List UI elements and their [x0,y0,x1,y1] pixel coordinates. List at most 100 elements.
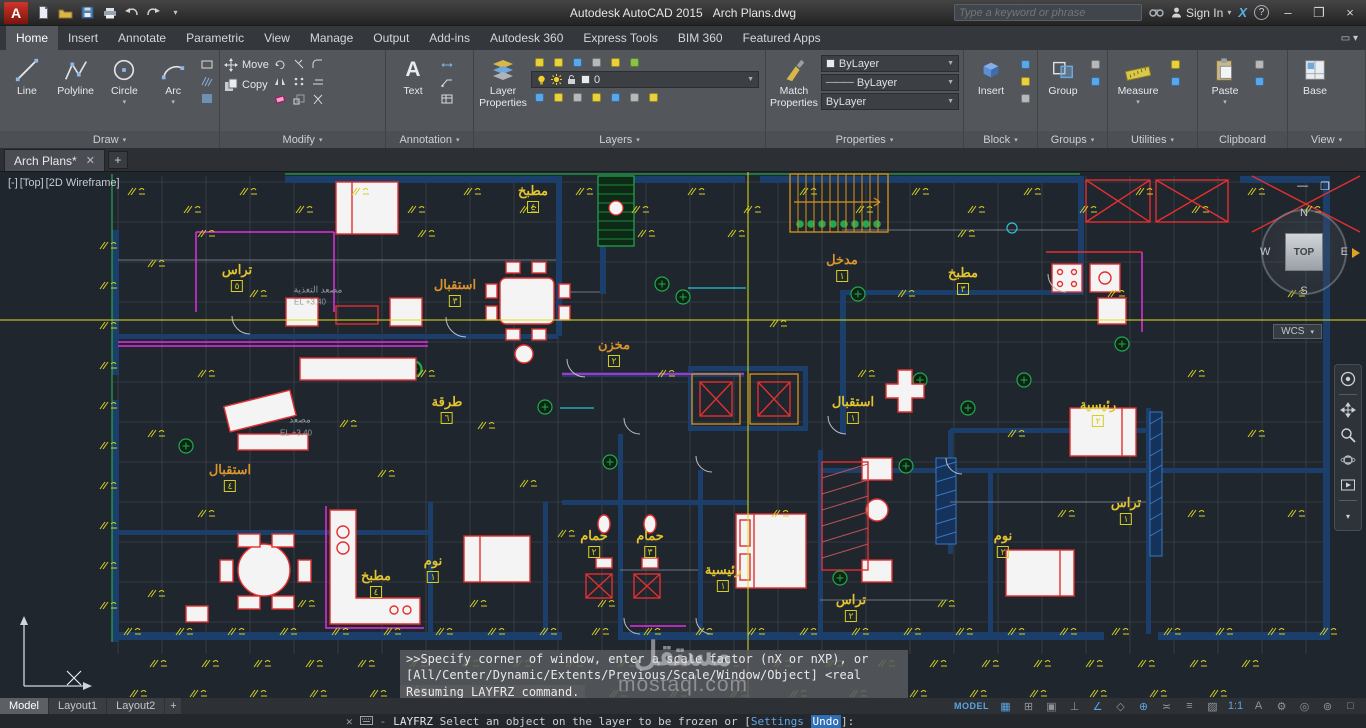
qat-dropdown-icon[interactable]: ▾ [165,3,186,23]
file-tab-arch-plans[interactable]: Arch Plans* ✕ [4,149,105,171]
wcs-dropdown[interactable]: WCS ▾ [1273,324,1322,339]
measure-tool[interactable]: Measure ▾ [1112,53,1164,131]
ribbon-display-toggle-icon[interactable]: ▭ ▾ [1341,33,1358,44]
copy-tool[interactable]: Copy [224,76,269,93]
mirror-icon[interactable] [272,74,288,88]
move-tool[interactable]: Move [224,56,269,73]
new-drawing-tab-button[interactable]: + [107,151,128,169]
show-motion-icon[interactable] [1337,475,1359,495]
layer-lock-icon[interactable] [588,55,604,69]
layer-merge-icon[interactable] [550,90,566,104]
viewport-restore-icon[interactable]: ❐ [1320,180,1330,193]
maximize-button[interactable]: ❐ [1307,3,1331,23]
lineweight-combo[interactable]: ByLayer ▼ [820,93,959,110]
full-navigation-wheel-icon[interactable] [1337,369,1359,389]
polar-tracking-icon[interactable]: ∠ [1086,698,1109,714]
tab-manage[interactable]: Manage [300,26,363,50]
close-command-icon[interactable]: ✕ [346,715,353,728]
tab-layout1[interactable]: Layout1 [48,698,107,714]
panel-label-utilities[interactable]: Utilities ▾ [1108,131,1197,148]
osnap-icon[interactable]: ⊕ [1132,698,1155,714]
panel-label-groups[interactable]: Groups ▾ [1038,131,1107,148]
undo-icon[interactable] [121,3,142,23]
polyline-tool[interactable]: Polyline [53,53,99,131]
tab-featured-apps[interactable]: Featured Apps [733,26,831,50]
tab-insert[interactable]: Insert [58,26,108,50]
layer-walk-icon[interactable] [531,90,547,104]
pan-icon[interactable] [1337,400,1359,420]
tab-bim360[interactable]: BIM 360 [668,26,733,50]
annotation-scale-button[interactable]: 1:1 [1224,698,1247,714]
recent-commands-icon[interactable] [359,715,373,728]
binoculars-search-icon[interactable] [1149,6,1164,20]
graphics-performance-icon[interactable]: ⊚ [1316,698,1339,714]
navbar-more-icon[interactable]: ▾ [1337,506,1359,526]
tab-home[interactable]: Home [6,26,59,50]
trim-icon[interactable] [291,56,307,70]
viewport-menu-control[interactable]: [-] [8,177,18,189]
lineweight-icon[interactable]: ≡ [1178,698,1201,714]
layer-state-icon[interactable] [645,90,661,104]
leader-icon[interactable] [439,74,455,88]
layer-freeze-all-icon[interactable] [607,90,623,104]
isolate-objects-icon[interactable]: ◎ [1293,698,1316,714]
close-button[interactable]: × [1338,3,1362,23]
circle-tool[interactable]: Circle ▾ [102,53,148,131]
visual-style-control[interactable]: [2D Wireframe] [46,177,120,189]
help-icon[interactable]: ? [1254,5,1269,20]
dimension-icon[interactable] [439,57,455,71]
layer-delete-icon[interactable] [569,90,585,104]
clean-screen-icon[interactable]: □ [1339,698,1362,714]
create-block-icon[interactable] [1017,74,1033,88]
tab-output[interactable]: Output [363,26,419,50]
option-undo[interactable]: Undo [810,714,841,728]
id-point-icon[interactable] [1167,57,1183,71]
base-tool[interactable]: Base [1292,53,1338,131]
arc-tool[interactable]: Arc ▾ [150,53,196,131]
tab-addins[interactable]: Add-ins [419,26,480,50]
group-edit-icon[interactable] [1087,74,1103,88]
viewport-minimize-icon[interactable]: — [1297,180,1308,193]
array-icon[interactable] [291,74,307,88]
option-settings[interactable]: Settings [751,715,804,728]
color-combo[interactable]: ByLayer ▼ [820,55,959,72]
annotation-visibility-icon[interactable]: A [1247,698,1270,714]
redo-icon[interactable] [143,3,164,23]
viewcube-top-face[interactable]: TOP [1285,233,1323,271]
define-attributes-icon[interactable] [1017,91,1033,105]
paste-tool[interactable]: Paste ▾ [1202,53,1248,131]
save-icon[interactable] [77,3,98,23]
view-control[interactable]: [Top] [20,177,44,189]
tab-layout2[interactable]: Layout2 [107,698,165,714]
panel-label-clipboard[interactable]: Clipboard [1198,131,1287,148]
infer-constraints-icon[interactable]: ▣ [1040,698,1063,714]
tab-view[interactable]: View [254,26,300,50]
search-input[interactable] [958,6,1137,19]
workspace-switching-icon[interactable]: ⚙ [1270,698,1293,714]
layer-match-icon[interactable] [607,55,623,69]
plot-icon[interactable] [99,3,120,23]
sign-in-button[interactable]: Sign In ▾ [1171,6,1231,20]
quick-calc-icon[interactable] [1167,74,1183,88]
ortho-icon[interactable]: ⊥ [1063,698,1086,714]
fillet-icon[interactable] [310,56,326,70]
rectangle-icon[interactable] [199,57,215,71]
line-tool[interactable]: Line [4,53,50,131]
layer-select-combo[interactable]: 0 ▼ [531,71,759,88]
layer-previous-icon[interactable] [626,55,642,69]
file-tab-close-icon[interactable]: ✕ [86,154,95,167]
copy-clip-icon[interactable] [1251,74,1267,88]
table-icon[interactable] [439,91,455,105]
panel-label-draw[interactable]: Draw ▾ [0,131,219,148]
zoom-icon[interactable] [1337,425,1359,445]
layer-properties-tool[interactable]: Layer Properties [478,53,528,131]
search-field[interactable] [953,4,1142,21]
viewcube-west[interactable]: W [1260,246,1270,258]
explode-icon[interactable] [310,92,326,106]
insert-tool[interactable]: Insert [968,53,1014,131]
text-tool[interactable]: A Text [390,53,436,131]
circle-flyout-caret[interactable]: ▾ [123,99,127,107]
layer-on-all-icon[interactable] [626,90,642,104]
viewcube-east[interactable]: E [1341,246,1348,258]
viewcube-south[interactable]: S [1300,285,1307,297]
